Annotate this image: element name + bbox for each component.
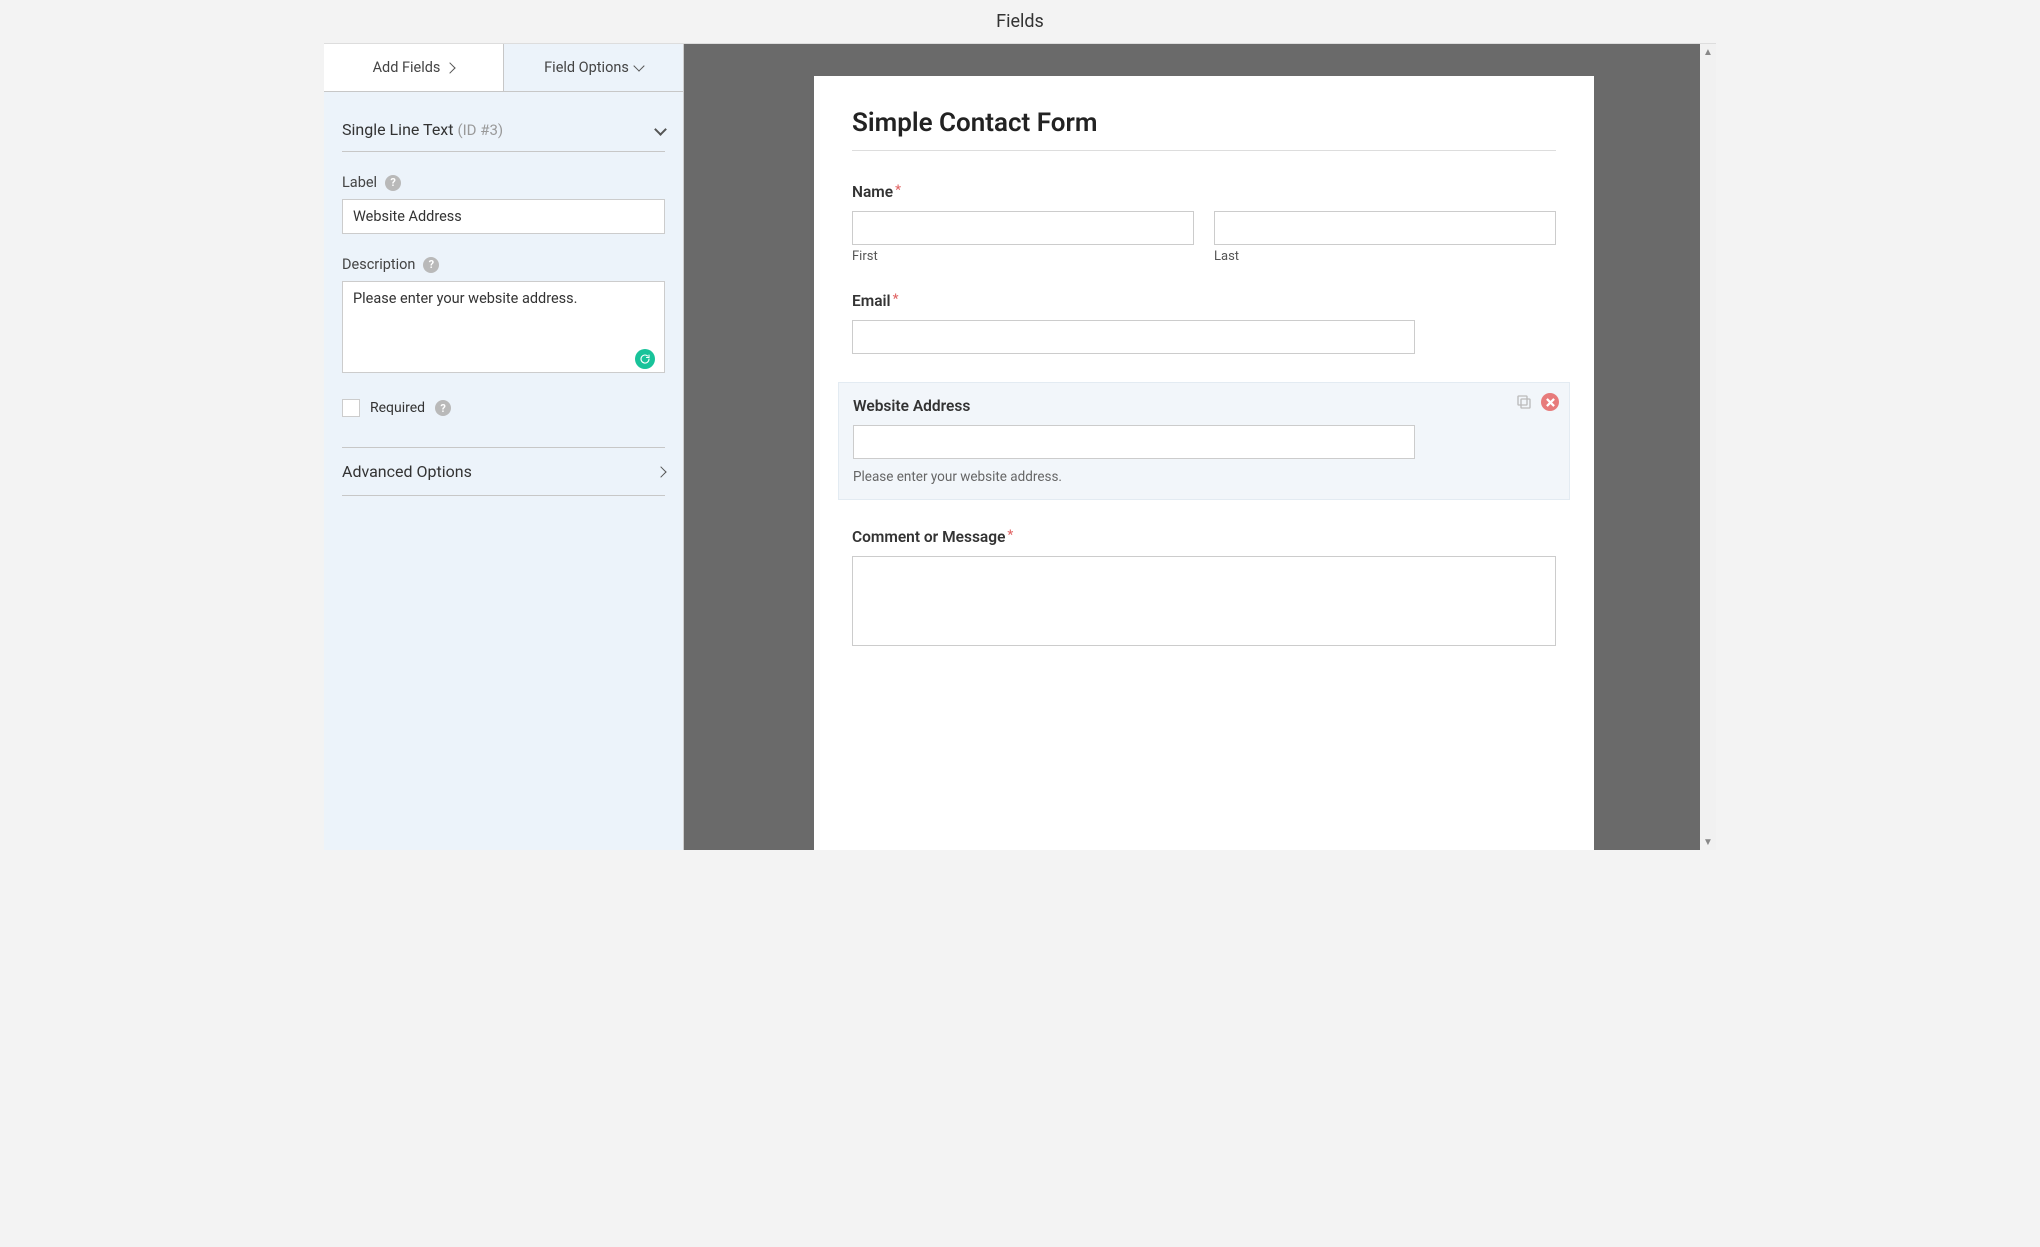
name-columns: First Last [852,211,1556,264]
form-field-website-selected[interactable]: Website Address Please enter your websit… [838,382,1570,500]
tab-add-fields[interactable]: Add Fields [324,44,504,92]
description-group: Description ? [342,256,665,377]
chevron-right-icon [445,62,456,73]
required-checkbox[interactable] [342,399,360,417]
top-header: Fields [324,0,1716,44]
name-label: Name* [852,183,1556,201]
form-field-email[interactable]: Email* [852,292,1556,354]
required-label: Required [370,400,425,416]
description-row: Description ? [342,256,665,273]
message-textarea[interactable] [852,556,1556,646]
help-icon[interactable]: ? [385,175,401,191]
required-star: * [895,183,901,198]
label-row: Label ? [342,174,665,191]
field-actions [1515,393,1559,415]
first-name-col: First [852,211,1194,264]
help-icon[interactable]: ? [423,257,439,273]
main-area: Add Fields Field Options Single Line Tex… [324,44,1716,850]
scroll-down-icon[interactable]: ▼ [1700,834,1716,850]
email-label-text: Email [852,292,891,310]
chevron-down-icon [633,60,644,71]
chevron-right-icon [655,466,666,477]
required-star: * [893,292,899,307]
first-name-sublabel: First [852,249,1194,264]
form-field-message[interactable]: Comment or Message* [852,528,1556,646]
sidebar-tabs: Add Fields Field Options [324,44,683,92]
label-group: Label ? [342,174,665,234]
email-label: Email* [852,292,1556,310]
message-label: Comment or Message* [852,528,1556,546]
field-type-label: Single Line Text [342,120,453,139]
advanced-options-label: Advanced Options [342,462,472,481]
tab-add-fields-label: Add Fields [373,59,441,76]
field-options-panel: Single Line Text (ID #3) Label ? Descrip… [324,92,683,506]
page-title: Fields [996,11,1044,32]
last-name-input[interactable] [1214,211,1556,245]
scrollbar[interactable]: ▲ ▼ [1700,44,1716,850]
website-description: Please enter your website address. [853,469,1555,485]
sidebar: Add Fields Field Options Single Line Tex… [324,44,684,850]
last-name-sublabel: Last [1214,249,1556,264]
form-title: Simple Contact Form [852,108,1556,138]
help-icon[interactable]: ? [435,400,451,416]
name-label-text: Name [852,183,893,201]
label-caption: Label [342,174,377,191]
duplicate-icon[interactable] [1515,393,1533,415]
tab-field-options[interactable]: Field Options [504,44,683,92]
tab-field-options-label: Field Options [544,59,629,76]
preview-pane: Simple Contact Form Name* First [684,44,1716,850]
form-divider [852,150,1556,151]
panel-header-text: Single Line Text (ID #3) [342,120,503,139]
label-input[interactable] [342,199,665,234]
delete-icon[interactable] [1541,393,1559,411]
message-label-text: Comment or Message [852,528,1005,546]
first-name-input[interactable] [852,211,1194,245]
panel-header[interactable]: Single Line Text (ID #3) [342,120,665,152]
last-name-col: Last [1214,211,1556,264]
required-row: Required ? [342,399,665,417]
app-root: Fields Add Fields Field Options Single L… [324,0,1716,850]
advanced-options-toggle[interactable]: Advanced Options [342,447,665,496]
field-id-label: (ID #3) [457,121,503,139]
website-label-text: Website Address [853,397,970,415]
form-field-name[interactable]: Name* First Last [852,183,1556,264]
grammarly-icon[interactable] [635,349,655,369]
description-caption: Description [342,256,415,273]
scroll-up-icon[interactable]: ▲ [1700,44,1716,60]
website-label: Website Address [853,397,1555,415]
description-textarea[interactable] [342,281,665,373]
preview-paper: Simple Contact Form Name* First [814,76,1594,850]
email-input[interactable] [852,320,1415,354]
description-textarea-wrap [342,281,665,377]
website-input[interactable] [853,425,1415,459]
chevron-down-icon [654,123,667,136]
required-star: * [1007,528,1013,543]
